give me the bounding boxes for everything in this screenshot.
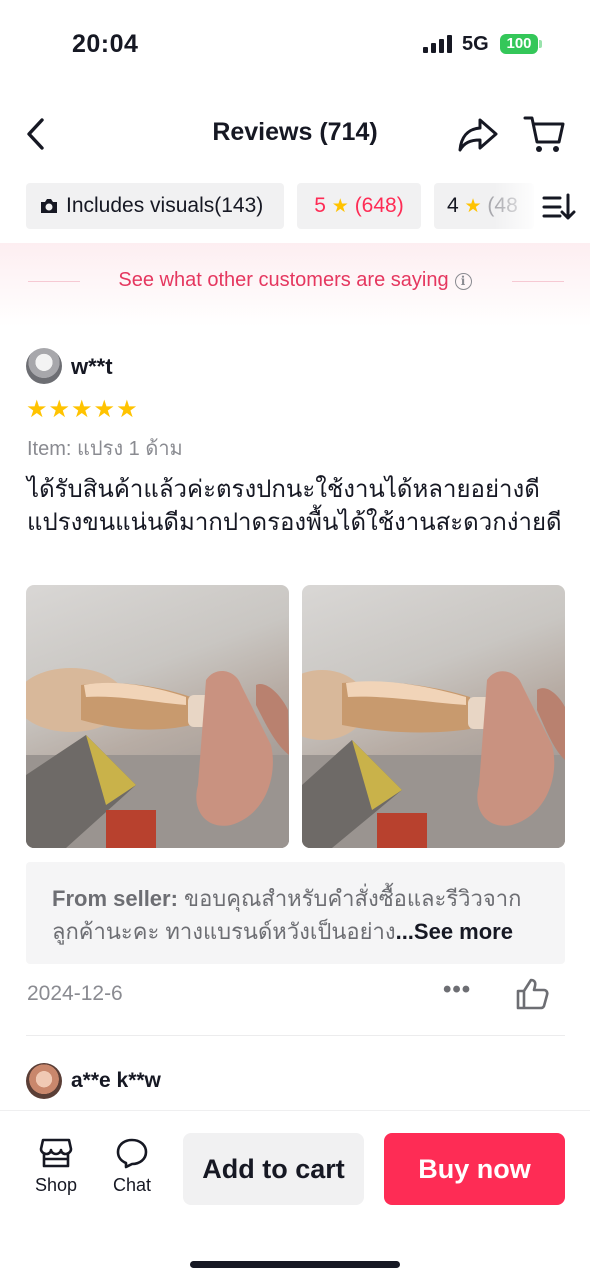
banner-text-row[interactable]: See what other customers are saying i bbox=[0, 269, 590, 292]
shop-icon bbox=[39, 1138, 73, 1168]
review-text: ได้รับสินค้าแล้วค่ะตรงปกนะใช้งานได้หลายอ… bbox=[27, 476, 562, 536]
status-bar: 20:04 5G 100 bbox=[0, 0, 590, 90]
filter-5-star[interactable]: 5 ★ (648) bbox=[297, 183, 421, 229]
chat-label: Chat bbox=[112, 1175, 152, 1195]
camera-icon bbox=[41, 199, 57, 213]
banner-text: See what other customers are saying bbox=[118, 269, 449, 291]
home-indicator bbox=[190, 1261, 400, 1268]
info-icon: i bbox=[454, 273, 472, 290]
rating-stars: ★★★★★ bbox=[26, 396, 139, 423]
review-filters: Includes visuals(143) 5 ★ (648) 4 ★ (48 bbox=[0, 183, 590, 231]
filter-5-star-rating: 5 bbox=[314, 194, 326, 217]
filters-fade bbox=[494, 183, 540, 231]
cart-button[interactable] bbox=[522, 112, 566, 156]
share-icon bbox=[458, 118, 498, 152]
customers-banner: See what other customers are saying i bbox=[0, 243, 590, 327]
avatar[interactable] bbox=[26, 348, 62, 384]
like-button[interactable] bbox=[514, 976, 550, 1012]
page-title: Reviews (714) bbox=[212, 118, 378, 146]
top-navigation: Reviews (714) bbox=[0, 100, 590, 170]
sort-icon bbox=[542, 193, 576, 220]
more-options-button[interactable]: ••• bbox=[443, 978, 475, 1005]
bottom-action-bar: Shop Chat Add to cart Buy now bbox=[0, 1110, 590, 1280]
seller-reply-label: From seller: bbox=[52, 886, 178, 911]
avatar[interactable] bbox=[26, 1063, 62, 1099]
add-to-cart-button[interactable]: Add to cart bbox=[183, 1133, 364, 1205]
reviewer-name[interactable]: w**t bbox=[71, 354, 113, 380]
chat-icon bbox=[116, 1138, 148, 1169]
chat-button[interactable]: Chat bbox=[102, 1137, 162, 1196]
status-time: 20:04 bbox=[72, 30, 139, 58]
network-type: 5G bbox=[462, 33, 489, 55]
battery-icon: 100 bbox=[500, 34, 538, 54]
star-icon: ★ bbox=[331, 196, 349, 217]
battery-tip bbox=[539, 40, 542, 48]
review-divider bbox=[26, 1035, 565, 1036]
banner-divider bbox=[512, 281, 564, 282]
see-more-link[interactable]: ...See more bbox=[396, 919, 513, 944]
thumbs-up-icon bbox=[516, 978, 549, 1010]
filter-visuals-label: Includes visuals(143) bbox=[66, 194, 264, 217]
buy-now-button[interactable]: Buy now bbox=[384, 1133, 565, 1205]
filter-includes-visuals[interactable]: Includes visuals(143) bbox=[26, 183, 284, 229]
cart-icon bbox=[523, 116, 565, 152]
review-date: 2024-12-6 bbox=[27, 982, 123, 1005]
item-variant: Item: แปรง 1 ด้าม bbox=[27, 438, 183, 460]
star-icon: ★ bbox=[464, 196, 482, 217]
sort-button[interactable] bbox=[540, 189, 576, 225]
review-photo[interactable] bbox=[302, 585, 565, 848]
share-button[interactable] bbox=[456, 112, 500, 156]
reviewer-name[interactable]: a**e k**w bbox=[71, 1069, 161, 1093]
filter-5-star-count: (648) bbox=[354, 194, 404, 217]
cellular-signal-icon bbox=[423, 35, 453, 53]
review-photo[interactable] bbox=[26, 585, 289, 848]
shop-button[interactable]: Shop bbox=[26, 1137, 86, 1196]
shop-label: Shop bbox=[34, 1175, 78, 1195]
seller-reply[interactable]: From seller: ขอบคุณสำหรับคำสั่งซื้อและรี… bbox=[26, 862, 565, 964]
filter-4-star-rating: 4 bbox=[447, 194, 459, 217]
